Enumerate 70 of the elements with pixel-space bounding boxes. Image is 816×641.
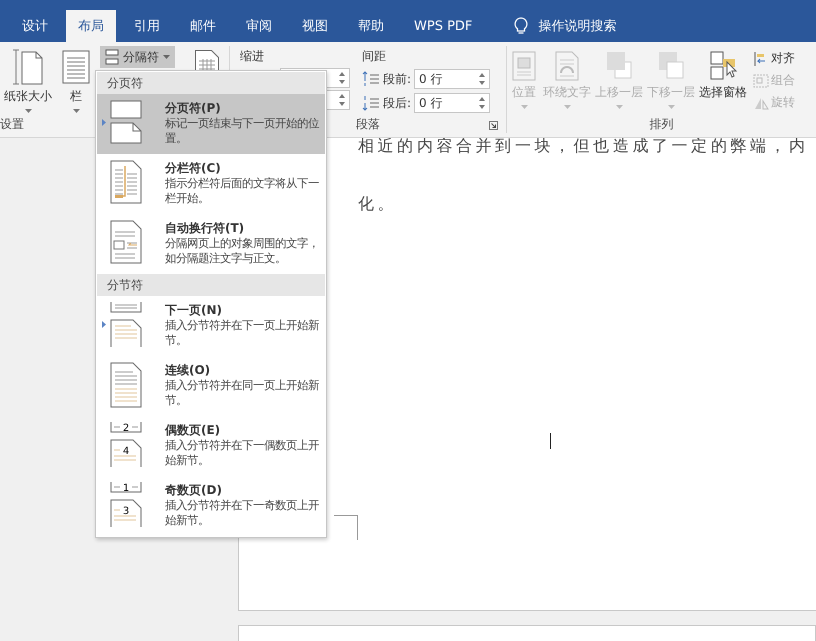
space-before-icon [362,71,380,87]
ribbon-tab[interactable]: 布局 [66,10,116,42]
menu-item[interactable]: 1 3 奇数页(D) 插入分节符并在下一奇数页上开始新节。 [97,476,325,536]
menu-item-title: 奇数页(D) [165,482,223,498]
menu-item-title: 分页符(P) [165,100,222,116]
continuous-break-icon [109,362,143,408]
page-break-icon [109,100,143,146]
menu-item-description: 指示分栏符后面的文字将从下一栏开始。 [165,176,320,206]
ribbon-tab[interactable]: 邮件 [178,10,228,42]
ribbon-tab[interactable]: 设计 [10,10,60,42]
selection-pane-icon [708,50,738,82]
spacing-heading: 间距 [362,48,387,65]
group-label: 排列 [650,116,674,132]
ribbon-button[interactable]: 纸张大小 [0,46,56,115]
caret-icon [24,109,32,113]
page-break-icon [105,49,119,65]
menu-item-title: 连续(O) [165,362,212,378]
ribbon-tab[interactable]: 帮助 [346,10,396,42]
caret-icon [163,55,170,59]
menu-item[interactable]: 连续(O) 插入分节符并在同一页上开始新节。 [97,356,325,416]
spin-arrows-icon [479,72,486,86]
tell-me-search[interactable]: 操作说明搜索 [514,10,616,42]
menu-item[interactable]: 下一页(N) 插入分节符并在下一页上开始新节。 [97,296,325,356]
ribbon-tab[interactable]: 引用 [122,10,172,42]
menu-item[interactable]: 分页符(P) 标记一页结束与下一页开始的位置。 [97,94,325,154]
menu-item-description: 插入分节符并在下一页上开始新节。 [165,318,320,348]
spacing-label: 段后: [383,94,412,112]
lightbulb-icon [514,17,528,35]
menu-item-description: 插入分节符并在下一偶数页上开始新节。 [165,438,320,468]
spacing-field[interactable]: 0 行 [414,69,490,89]
spacing-label: 段前: [383,70,412,88]
spin-arrows-icon [339,71,345,85]
menu-item-description: 插入分节符并在下一奇数页上开始新节。 [165,498,320,528]
menu-item[interactable]: 2 4 偶数页(E) 插入分节符并在下一偶数页上开始新节。 [97,416,325,476]
ribbon-button[interactable]: 栏 [56,46,96,115]
ribbon-button[interactable]: 对齐 [753,50,795,67]
menu-section-header: 分页符 [97,72,325,94]
menu-item-title: 偶数页(E) [165,422,222,438]
menu-item-title: 下一页(N) [165,302,224,318]
menu-item-description: 分隔网页上的对象周围的文字，如分隔题注文字与正文。 [165,236,320,266]
spin-arrows-icon [339,93,345,107]
group-icon [753,72,769,88]
menu-section-header: 分节符 [97,274,325,296]
group-label: 段落 [356,116,380,132]
next-page-break-icon [109,302,143,348]
text-wrapping-break-icon [109,220,143,266]
menu-item[interactable]: 分栏符(C) 指示分栏符后面的文字将从下一栏开始。 [97,154,325,214]
spin-arrows-icon [479,96,486,110]
menu-item-title: 自动换行符(T) [165,220,246,236]
column-break-icon [109,160,143,206]
ribbon-tab[interactable]: WPS PDF [402,10,484,42]
dialog-launcher-icon[interactable] [489,121,498,130]
space-after-icon [362,95,380,111]
menu-item-description: 插入分节符并在同一页上开始新节。 [165,378,320,408]
breaks-button[interactable]: 分隔符 [100,46,175,68]
document-text: 化。 [358,196,398,215]
ribbon-tab[interactable]: 视图 [290,10,340,42]
columns-icon [60,48,92,86]
margin-corner-mark [334,515,358,540]
ribbon-tab[interactable]: 审阅 [234,10,284,42]
menu-item[interactable]: 自动换行符(T) 分隔网页上的对象周围的文字，如分隔题注文字与正文。 [97,214,325,274]
ribbon-button[interactable]: 选择窗格 [697,46,749,101]
caret-icon [72,109,80,113]
page-size-icon [12,48,44,86]
menu-item-description: 标记一页结束与下一页开始的位置。 [165,116,320,146]
menu-item-title: 分栏符(C) [165,160,222,176]
text-cursor [550,433,551,449]
spacing-field[interactable]: 0 行 [414,93,490,113]
group-label: 设置 [0,116,24,132]
indent-heading: 缩进 [240,48,265,65]
